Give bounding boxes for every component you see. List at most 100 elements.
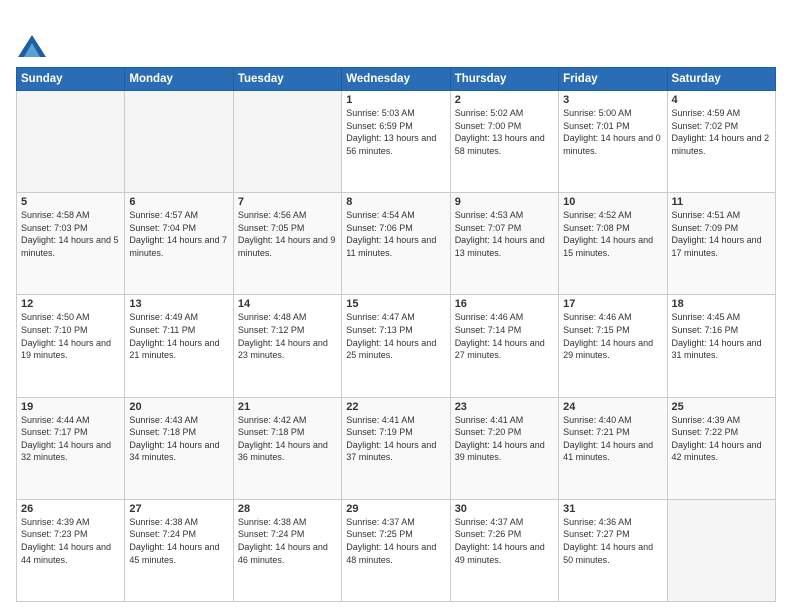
day-info: Sunrise: 4:52 AMSunset: 7:08 PMDaylight:… — [563, 209, 662, 259]
day-info: Sunrise: 4:46 AMSunset: 7:14 PMDaylight:… — [455, 311, 554, 361]
calendar-cell: 30Sunrise: 4:37 AMSunset: 7:26 PMDayligh… — [450, 499, 558, 601]
calendar-cell: 3Sunrise: 5:00 AMSunset: 7:01 PMDaylight… — [559, 91, 667, 193]
day-info: Sunrise: 4:44 AMSunset: 7:17 PMDaylight:… — [21, 414, 120, 464]
calendar-cell: 5Sunrise: 4:58 AMSunset: 7:03 PMDaylight… — [17, 193, 125, 295]
calendar-cell: 16Sunrise: 4:46 AMSunset: 7:14 PMDayligh… — [450, 295, 558, 397]
day-info: Sunrise: 4:46 AMSunset: 7:15 PMDaylight:… — [563, 311, 662, 361]
day-number: 3 — [563, 94, 662, 106]
day-info: Sunrise: 4:38 AMSunset: 7:24 PMDaylight:… — [238, 516, 337, 566]
day-info: Sunrise: 4:39 AMSunset: 7:22 PMDaylight:… — [672, 414, 771, 464]
day-info: Sunrise: 4:53 AMSunset: 7:07 PMDaylight:… — [455, 209, 554, 259]
day-number: 27 — [129, 503, 228, 515]
calendar-cell: 18Sunrise: 4:45 AMSunset: 7:16 PMDayligh… — [667, 295, 775, 397]
day-header-sunday: Sunday — [17, 68, 125, 91]
calendar-cell: 21Sunrise: 4:42 AMSunset: 7:18 PMDayligh… — [233, 397, 341, 499]
day-number: 28 — [238, 503, 337, 515]
day-info: Sunrise: 4:37 AMSunset: 7:25 PMDaylight:… — [346, 516, 445, 566]
day-info: Sunrise: 5:00 AMSunset: 7:01 PMDaylight:… — [563, 107, 662, 157]
day-info: Sunrise: 5:02 AMSunset: 7:00 PMDaylight:… — [455, 107, 554, 157]
day-number: 5 — [21, 196, 120, 208]
day-info: Sunrise: 4:49 AMSunset: 7:11 PMDaylight:… — [129, 311, 228, 361]
day-number: 13 — [129, 298, 228, 310]
calendar-cell: 13Sunrise: 4:49 AMSunset: 7:11 PMDayligh… — [125, 295, 233, 397]
day-header-tuesday: Tuesday — [233, 68, 341, 91]
logo — [16, 16, 46, 59]
calendar-cell — [233, 91, 341, 193]
day-info: Sunrise: 4:38 AMSunset: 7:24 PMDaylight:… — [129, 516, 228, 566]
day-info: Sunrise: 4:58 AMSunset: 7:03 PMDaylight:… — [21, 209, 120, 259]
week-row-1: 1Sunrise: 5:03 AMSunset: 6:59 PMDaylight… — [17, 91, 776, 193]
day-number: 15 — [346, 298, 445, 310]
calendar-cell: 8Sunrise: 4:54 AMSunset: 7:06 PMDaylight… — [342, 193, 450, 295]
day-number: 26 — [21, 503, 120, 515]
day-info: Sunrise: 4:47 AMSunset: 7:13 PMDaylight:… — [346, 311, 445, 361]
day-info: Sunrise: 4:54 AMSunset: 7:06 PMDaylight:… — [346, 209, 445, 259]
day-info: Sunrise: 4:36 AMSunset: 7:27 PMDaylight:… — [563, 516, 662, 566]
calendar-cell: 20Sunrise: 4:43 AMSunset: 7:18 PMDayligh… — [125, 397, 233, 499]
day-number: 30 — [455, 503, 554, 515]
calendar-cell: 4Sunrise: 4:59 AMSunset: 7:02 PMDaylight… — [667, 91, 775, 193]
calendar-cell: 14Sunrise: 4:48 AMSunset: 7:12 PMDayligh… — [233, 295, 341, 397]
day-info: Sunrise: 4:59 AMSunset: 7:02 PMDaylight:… — [672, 107, 771, 157]
day-number: 12 — [21, 298, 120, 310]
calendar-cell: 26Sunrise: 4:39 AMSunset: 7:23 PMDayligh… — [17, 499, 125, 601]
calendar-cell — [125, 91, 233, 193]
day-number: 16 — [455, 298, 554, 310]
day-number: 23 — [455, 401, 554, 413]
calendar-cell: 10Sunrise: 4:52 AMSunset: 7:08 PMDayligh… — [559, 193, 667, 295]
day-number: 8 — [346, 196, 445, 208]
day-info: Sunrise: 4:42 AMSunset: 7:18 PMDaylight:… — [238, 414, 337, 464]
day-number: 20 — [129, 401, 228, 413]
calendar-cell: 7Sunrise: 4:56 AMSunset: 7:05 PMDaylight… — [233, 193, 341, 295]
calendar-cell: 19Sunrise: 4:44 AMSunset: 7:17 PMDayligh… — [17, 397, 125, 499]
day-number: 19 — [21, 401, 120, 413]
week-row-4: 19Sunrise: 4:44 AMSunset: 7:17 PMDayligh… — [17, 397, 776, 499]
day-number: 22 — [346, 401, 445, 413]
calendar-cell: 9Sunrise: 4:53 AMSunset: 7:07 PMDaylight… — [450, 193, 558, 295]
day-number: 9 — [455, 196, 554, 208]
calendar-cell: 6Sunrise: 4:57 AMSunset: 7:04 PMDaylight… — [125, 193, 233, 295]
day-info: Sunrise: 5:03 AMSunset: 6:59 PMDaylight:… — [346, 107, 445, 157]
day-header-wednesday: Wednesday — [342, 68, 450, 91]
week-row-5: 26Sunrise: 4:39 AMSunset: 7:23 PMDayligh… — [17, 499, 776, 601]
day-header-thursday: Thursday — [450, 68, 558, 91]
day-number: 10 — [563, 196, 662, 208]
day-number: 7 — [238, 196, 337, 208]
calendar-cell: 17Sunrise: 4:46 AMSunset: 7:15 PMDayligh… — [559, 295, 667, 397]
day-number: 17 — [563, 298, 662, 310]
calendar-cell: 24Sunrise: 4:40 AMSunset: 7:21 PMDayligh… — [559, 397, 667, 499]
day-number: 2 — [455, 94, 554, 106]
day-info: Sunrise: 4:57 AMSunset: 7:04 PMDaylight:… — [129, 209, 228, 259]
calendar-cell: 29Sunrise: 4:37 AMSunset: 7:25 PMDayligh… — [342, 499, 450, 601]
day-info: Sunrise: 4:40 AMSunset: 7:21 PMDaylight:… — [563, 414, 662, 464]
calendar-table: SundayMondayTuesdayWednesdayThursdayFrid… — [16, 67, 776, 602]
day-header-saturday: Saturday — [667, 68, 775, 91]
day-number: 29 — [346, 503, 445, 515]
calendar-cell: 22Sunrise: 4:41 AMSunset: 7:19 PMDayligh… — [342, 397, 450, 499]
day-number: 24 — [563, 401, 662, 413]
day-number: 14 — [238, 298, 337, 310]
calendar-cell: 23Sunrise: 4:41 AMSunset: 7:20 PMDayligh… — [450, 397, 558, 499]
day-number: 31 — [563, 503, 662, 515]
day-number: 18 — [672, 298, 771, 310]
day-info: Sunrise: 4:41 AMSunset: 7:20 PMDaylight:… — [455, 414, 554, 464]
calendar-cell: 31Sunrise: 4:36 AMSunset: 7:27 PMDayligh… — [559, 499, 667, 601]
logo-icon — [18, 35, 46, 57]
calendar-cell: 11Sunrise: 4:51 AMSunset: 7:09 PMDayligh… — [667, 193, 775, 295]
calendar-cell: 27Sunrise: 4:38 AMSunset: 7:24 PMDayligh… — [125, 499, 233, 601]
day-info: Sunrise: 4:39 AMSunset: 7:23 PMDaylight:… — [21, 516, 120, 566]
day-number: 1 — [346, 94, 445, 106]
day-info: Sunrise: 4:41 AMSunset: 7:19 PMDaylight:… — [346, 414, 445, 464]
day-number: 4 — [672, 94, 771, 106]
week-row-2: 5Sunrise: 4:58 AMSunset: 7:03 PMDaylight… — [17, 193, 776, 295]
calendar-cell — [17, 91, 125, 193]
day-info: Sunrise: 4:45 AMSunset: 7:16 PMDaylight:… — [672, 311, 771, 361]
day-number: 6 — [129, 196, 228, 208]
day-info: Sunrise: 4:50 AMSunset: 7:10 PMDaylight:… — [21, 311, 120, 361]
day-number: 11 — [672, 196, 771, 208]
day-info: Sunrise: 4:51 AMSunset: 7:09 PMDaylight:… — [672, 209, 771, 259]
day-number: 25 — [672, 401, 771, 413]
day-number: 21 — [238, 401, 337, 413]
calendar-cell: 12Sunrise: 4:50 AMSunset: 7:10 PMDayligh… — [17, 295, 125, 397]
header — [16, 16, 776, 59]
